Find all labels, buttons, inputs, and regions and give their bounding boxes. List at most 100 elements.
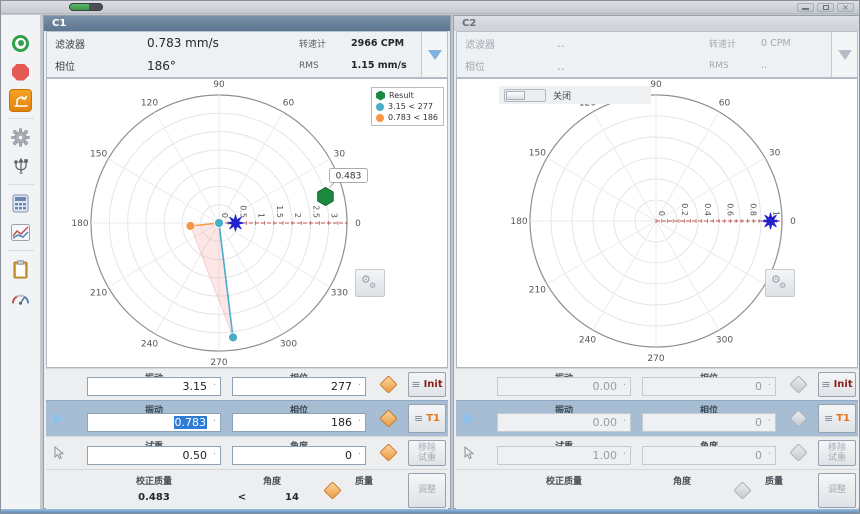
chart-settings-button[interactable]: ⚙⚙ — [765, 269, 795, 297]
svg-text:3: 3 — [330, 213, 339, 218]
window-controls: × — [797, 3, 854, 12]
svg-text:240: 240 — [141, 339, 158, 349]
svg-text:150: 150 — [90, 150, 107, 160]
c1-init-row: 振动 相位 3.15 277 Init — [46, 368, 448, 400]
t1-vibration-input[interactable]: 0.783 — [87, 413, 221, 432]
menu-icon — [411, 378, 420, 391]
svg-text:30: 30 — [334, 150, 346, 160]
svg-text:90: 90 — [213, 80, 225, 90]
toolbar-divider — [8, 184, 34, 185]
c2-measurement-info: 滤波器 .. 转速计 0 CPM 相位 .. RMS .. — [456, 31, 858, 78]
remove-trial-weight-button[interactable]: 移除试重 — [408, 440, 446, 466]
panel-c2: C2 滤波器 .. 转速计 0 CPM 相位 .. RMS .. 0306090… — [453, 15, 860, 509]
init-phase-input[interactable]: 0 — [642, 377, 776, 396]
apply-diamond-icon[interactable] — [379, 409, 397, 427]
init-button[interactable]: Init — [818, 372, 856, 397]
play-icon — [54, 413, 64, 425]
gauge-icon[interactable] — [9, 286, 33, 310]
tacho-label: 转速计 — [709, 37, 761, 50]
toolbar-divider — [8, 118, 34, 119]
apply-diamond-icon[interactable] — [379, 375, 397, 393]
svg-text:2.5: 2.5 — [311, 205, 320, 218]
close-button[interactable]: × — [837, 3, 854, 12]
stop-icon[interactable] — [9, 60, 33, 84]
calculator-icon[interactable] — [9, 191, 33, 215]
c1-trial-row: 试重 角度 0.50 0 移除试重 — [46, 436, 448, 469]
svg-text:30: 30 — [769, 149, 781, 159]
adjust-button[interactable]: 调整 — [408, 473, 446, 508]
phase-label: 相位 — [55, 58, 147, 73]
maximize-button[interactable] — [817, 3, 834, 12]
mass-label: 质量 — [744, 474, 804, 487]
svg-text:150: 150 — [529, 149, 546, 159]
usb-icon[interactable] — [9, 154, 33, 178]
gear-icon: ⚙ — [369, 281, 376, 290]
t1-button[interactable]: T1 — [818, 404, 856, 433]
minimize-button[interactable] — [797, 3, 814, 12]
filter-toggle-switch[interactable] — [504, 89, 546, 102]
result-angle-value: 14 — [262, 492, 322, 503]
svg-text:300: 300 — [716, 336, 733, 346]
expand-info-button[interactable] — [831, 32, 857, 77]
filter-label: 滤波器 — [465, 36, 557, 51]
c1-polar-chart: 030609012015018021024027030033000.511.52… — [46, 78, 448, 368]
maximize-icon — [823, 5, 829, 10]
trial-angle-input[interactable]: 0 — [642, 446, 776, 465]
panel-c2-title: C2 — [454, 16, 860, 31]
svg-text:60: 60 — [719, 98, 731, 108]
chart-settings-button[interactable]: ⚙⚙ — [355, 269, 385, 297]
rms-label: RMS — [709, 61, 761, 71]
init-phase-input[interactable]: 277 — [232, 377, 366, 396]
hexagon-swatch-icon — [376, 91, 385, 101]
c2-t1-row: 振动 相位 0.00 0 T1 — [456, 400, 858, 436]
settings-gear-icon[interactable] — [9, 125, 33, 149]
t1-phase-input[interactable]: 186 — [232, 413, 366, 432]
apply-diamond-icon[interactable] — [789, 409, 807, 427]
chevron-down-icon — [838, 50, 852, 60]
svg-text:0.6: 0.6 — [726, 203, 735, 216]
report-clipboard-icon[interactable] — [9, 257, 33, 281]
phase-value: .. — [557, 59, 709, 73]
svg-text:180: 180 — [510, 217, 527, 227]
rms-label: RMS — [299, 61, 351, 71]
init-vibration-input[interactable]: 3.15 — [87, 377, 221, 396]
svg-text:1.5: 1.5 — [275, 205, 284, 218]
menu-icon — [824, 412, 833, 425]
trial-weight-input[interactable]: 0.50 — [87, 446, 221, 465]
adjust-button[interactable]: 调整 — [818, 473, 856, 508]
phase-value: 186° — [147, 59, 299, 73]
apply-diamond-icon[interactable] — [789, 375, 807, 393]
mass-label: 质量 — [334, 474, 394, 487]
correction-mass-value: 0.483 — [87, 492, 221, 503]
filter-label: 滤波器 — [55, 36, 147, 51]
svg-text:0: 0 — [355, 219, 361, 229]
svg-text:270: 270 — [210, 358, 227, 367]
svg-text:0: 0 — [657, 211, 666, 216]
remove-trial-weight-button[interactable]: 移除试重 — [818, 440, 856, 466]
toolbar-divider — [8, 250, 34, 251]
c2-toggle-row: 关闭 — [499, 86, 651, 104]
apply-diamond-icon[interactable] — [379, 443, 397, 461]
init-button[interactable]: Init — [408, 372, 446, 397]
rms-value: .. — [761, 60, 823, 71]
app-window: × C1 滤 — [0, 0, 860, 514]
c2-polar-chart: 030609012015018021024027030033000.20.40.… — [456, 78, 858, 368]
c2-init-row: 振动 相位 0.00 0 Init — [456, 368, 858, 400]
svg-text:0: 0 — [790, 217, 796, 227]
trial-weight-input[interactable]: 1.00 — [497, 446, 631, 465]
t1-phase-input[interactable]: 0 — [642, 413, 776, 432]
t1-vibration-input[interactable]: 0.00 — [497, 413, 631, 432]
init-vibration-input[interactable]: 0.00 — [497, 377, 631, 396]
t1-button[interactable]: T1 — [408, 404, 446, 433]
balancing-mode-icon[interactable] — [9, 89, 32, 112]
rms-value: 1.15 mm/s — [351, 60, 413, 71]
apply-diamond-icon[interactable] — [789, 443, 807, 461]
trend-chart-icon[interactable] — [9, 220, 33, 244]
svg-text:0.483: 0.483 — [336, 171, 362, 181]
expand-info-button[interactable] — [421, 32, 447, 77]
svg-text:2: 2 — [293, 213, 302, 218]
record-icon[interactable] — [9, 31, 33, 55]
filter-value: 0.783 mm/s — [147, 36, 299, 50]
trial-angle-input[interactable]: 0 — [232, 446, 366, 465]
legend-item: 0.783 < 186 — [376, 112, 438, 123]
